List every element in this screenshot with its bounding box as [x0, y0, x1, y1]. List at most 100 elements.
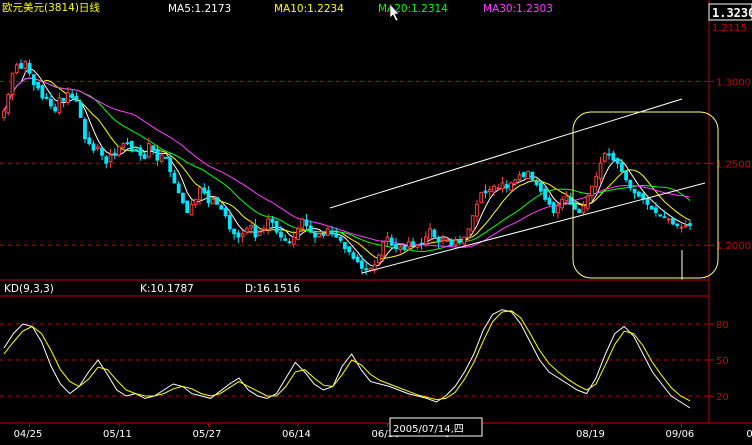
candle-body [172, 172, 177, 184]
candle-body [83, 119, 87, 140]
candle-body [585, 195, 590, 209]
channel-upper-line [329, 98, 683, 209]
candle-body [215, 196, 219, 205]
candle-body [479, 192, 484, 203]
candle-body [240, 233, 245, 237]
candle-body [74, 95, 79, 102]
candle-body [146, 143, 151, 158]
candle-body [138, 147, 143, 156]
date-axis: 04/2505/1105/2706/1406/30008/1909/0609/2… [14, 423, 752, 440]
price-axis: 1.3000 1.2500 1.2000 [709, 77, 751, 252]
date-tick-label: 09/21 [746, 429, 752, 440]
candle-body [338, 236, 343, 241]
candle-body [129, 140, 134, 151]
candle-body [108, 154, 113, 163]
candle-body [134, 149, 138, 152]
date-tick-label: 05/27 [193, 429, 222, 440]
candle-body [325, 228, 330, 236]
candle-body [48, 98, 53, 107]
candle-body [568, 197, 573, 205]
last-price-label: 1.3230 [712, 6, 752, 20]
candle-body [164, 156, 168, 159]
ma5-readout: MA5:1.2173 [168, 3, 231, 15]
kd-d-readout: D:16.1516 [245, 283, 300, 295]
candle-body [551, 202, 556, 213]
candle-body [210, 198, 215, 205]
candle-body [95, 146, 100, 150]
candle-body [249, 225, 254, 229]
candle-body [577, 209, 582, 213]
ma20-readout: MA20:1.2314 [378, 3, 448, 15]
candle-body [688, 223, 692, 227]
candle-body [483, 190, 488, 194]
candle-body [279, 231, 283, 238]
candle-body [662, 216, 667, 219]
candle-body [415, 244, 420, 248]
candle-body [440, 238, 445, 241]
ma10-readout: MA10:1.2234 [274, 3, 344, 15]
candle-body [492, 185, 496, 193]
candle-body [543, 188, 548, 200]
candle-body [530, 171, 535, 181]
price-tick-label: 1.2000 [716, 241, 751, 252]
candle-body [607, 153, 611, 156]
candle-body [470, 215, 475, 232]
candle-body [411, 241, 415, 246]
candle-body [66, 92, 70, 103]
candle-body [185, 200, 190, 213]
kd-axis: 80 50 20 [709, 320, 729, 403]
kd-k-readout: K:10.1787 [140, 283, 194, 295]
candle-body [517, 174, 522, 181]
candle-body [40, 85, 45, 99]
date-tick-label: 06/14 [282, 429, 311, 440]
candle-body [624, 170, 628, 181]
candle-body [406, 241, 411, 248]
candle-body [632, 188, 637, 194]
candle-body [355, 256, 360, 263]
candle-body [125, 142, 130, 145]
date-tick-label: 04/25 [14, 429, 43, 440]
ma20-line [3, 77, 691, 253]
candle-body [257, 231, 262, 236]
candle-body [377, 254, 381, 264]
candle-body [432, 229, 437, 238]
candle-body [360, 260, 364, 269]
candle-body [36, 81, 40, 89]
highlight-box [572, 111, 719, 279]
candle-body [100, 147, 104, 156]
candle-body [70, 93, 75, 99]
candle-body [193, 198, 198, 206]
candle-body [142, 154, 147, 159]
candle-body [513, 179, 518, 185]
candle-body [266, 218, 271, 230]
candle-body [168, 157, 173, 172]
kd-tick-label: 80 [716, 320, 729, 331]
candle-body [573, 203, 577, 210]
candle-body [521, 172, 526, 177]
candle-body [564, 195, 569, 202]
candle-body [675, 223, 680, 227]
candle-body [560, 198, 565, 209]
candle-body [394, 243, 398, 250]
candle-body [466, 228, 471, 238]
candle-body [104, 156, 109, 164]
candle-body [253, 224, 258, 238]
candle-body [87, 137, 92, 145]
candle-body [683, 225, 688, 228]
candle-body [504, 184, 509, 189]
candle-body [402, 246, 407, 250]
candle-body [679, 226, 684, 229]
candle-body [78, 101, 83, 118]
candle-body [509, 182, 513, 191]
candle-body [31, 74, 36, 86]
candle-body [342, 242, 347, 250]
candle-body [628, 179, 633, 189]
moving-average-lines [3, 67, 691, 268]
candle-body [219, 205, 224, 210]
candle-body [232, 228, 236, 235]
candle-body [436, 237, 441, 243]
candle-body [449, 239, 454, 246]
candle-body [53, 106, 58, 112]
candle-body [317, 233, 322, 238]
price-chart-canvas[interactable]: 欧元美元(3814)日线 MA5:1.2173 MA10:1.2234 MA20… [0, 0, 752, 445]
